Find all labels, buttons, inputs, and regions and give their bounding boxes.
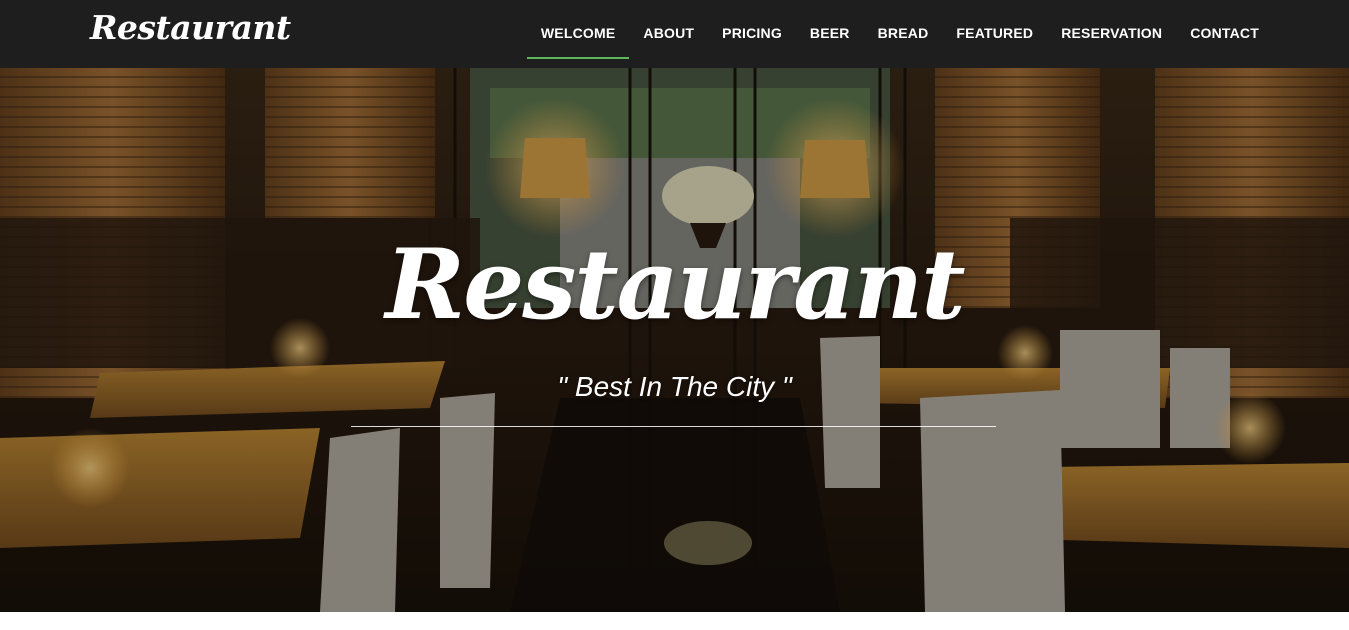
nav-featured[interactable]: FEATURED [942, 0, 1047, 68]
hero-title: Restaurant [385, 228, 965, 341]
hero-section: Restaurant " Best In The City " [0, 68, 1349, 612]
nav-about[interactable]: ABOUT [629, 0, 708, 68]
nav-contact[interactable]: CONTACT [1176, 0, 1273, 68]
brand-logo[interactable]: Restaurant [90, 8, 291, 47]
nav-bread[interactable]: BREAD [864, 0, 943, 68]
nav-reservation[interactable]: RESERVATION [1047, 0, 1176, 68]
main-nav: WELCOME ABOUT PRICING BEER BREAD FEATURE… [526, 0, 1273, 68]
nav-welcome[interactable]: WELCOME [526, 0, 630, 68]
hero-subtitle: " Best In The City " [557, 371, 792, 402]
hero-divider [351, 426, 996, 427]
nav-pricing[interactable]: PRICING [708, 0, 796, 68]
top-navbar: Restaurant WELCOME ABOUT PRICING BEER BR… [0, 0, 1349, 68]
nav-beer[interactable]: BEER [796, 0, 864, 68]
